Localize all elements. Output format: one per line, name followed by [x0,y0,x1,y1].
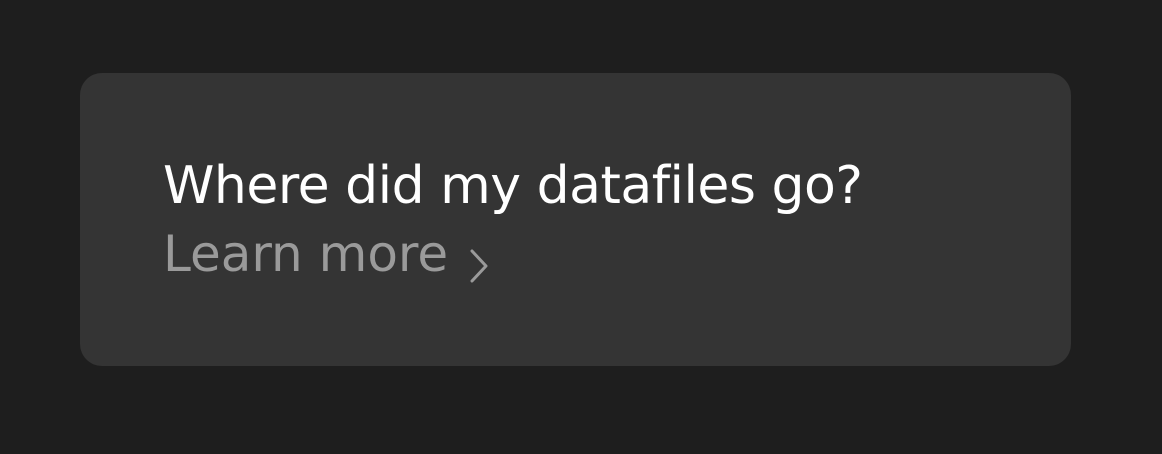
chevron-right-icon [468,236,490,283]
card-title: Where did my datafiles go? [163,156,863,216]
info-card: Where did my datafiles go? Learn more [80,73,1071,366]
learn-more-link[interactable]: Learn more [163,223,490,285]
learn-more-label: Learn more [163,225,449,283]
